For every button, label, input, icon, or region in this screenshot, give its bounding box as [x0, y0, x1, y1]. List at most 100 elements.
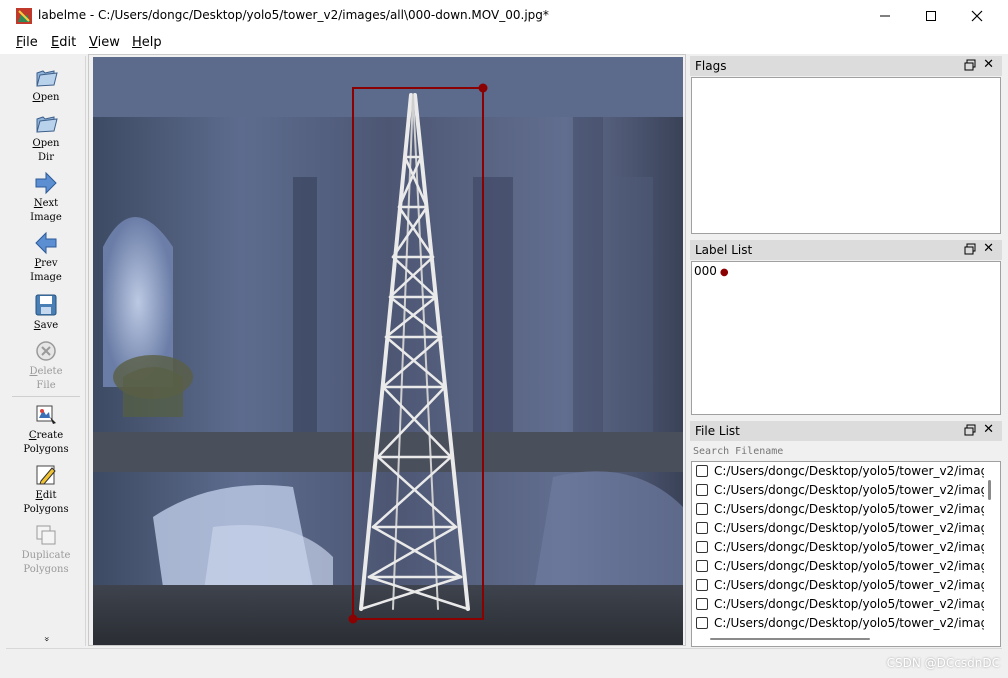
annotation-vertex-handle[interactable] [478, 83, 488, 93]
file-list-item[interactable]: C:/Users/dongc/Desktop/yolo5/tower_v2/im… [696, 502, 984, 521]
file-path: C:/Users/dongc/Desktop/yolo5/tower_v2/im… [714, 540, 984, 554]
create-polygons-label: Create Polygons [23, 430, 69, 455]
prev-image-button[interactable]: Prev Image [6, 230, 86, 285]
label-list-dock-header: Label List ✕ [690, 240, 1002, 260]
next-image-label: Next Image [30, 198, 62, 223]
watermark-text: CSDN @DCcsdnDC [886, 656, 1000, 670]
float-icon[interactable] [964, 424, 976, 436]
status-bar [6, 648, 1002, 670]
file-list-item[interactable]: C:/Users/dongc/Desktop/yolo5/tower_v2/im… [696, 464, 984, 483]
file-list-item[interactable]: C:/Users/dongc/Desktop/yolo5/tower_v2/im… [696, 559, 984, 578]
file-list-dock-title: File List [695, 424, 740, 438]
label-color-dot-icon: ● [719, 267, 729, 278]
file-path: C:/Users/dongc/Desktop/yolo5/tower_v2/im… [714, 597, 984, 611]
duplicate-polygons-label: Duplicate Polygons [21, 550, 71, 575]
file-list-item[interactable]: C:/Users/dongc/Desktop/yolo5/tower_v2/im… [696, 521, 984, 540]
label-list-item[interactable]: 000 ● [694, 264, 729, 278]
float-icon[interactable] [964, 243, 976, 255]
file-list-item[interactable]: C:/Users/dongc/Desktop/yolo5/tower_v2/im… [696, 578, 984, 597]
delete-file-button[interactable]: Delete File [6, 338, 86, 393]
menu-view[interactable]: View [89, 35, 120, 50]
file-path: C:/Users/dongc/Desktop/yolo5/tower_v2/im… [714, 578, 984, 592]
labelme-app-icon [16, 8, 32, 24]
menu-help[interactable]: Help [132, 35, 162, 50]
checkbox[interactable] [696, 522, 708, 534]
image-canvas[interactable] [88, 54, 686, 646]
chevron-down-icon: » [40, 636, 51, 642]
toolbar: Open Open Dir Next Image Prev Image Save… [6, 56, 86, 646]
label-text: 000 [694, 264, 717, 278]
folder-open-icon [36, 116, 58, 133]
label-list[interactable]: 000 ● [691, 261, 1001, 415]
flags-list[interactable] [691, 77, 1001, 234]
file-list-dock-header: File List ✕ [690, 421, 1002, 441]
annotated-photo[interactable] [93, 57, 683, 645]
menu-bar: File Edit View Help [0, 32, 1008, 54]
file-list-item[interactable]: C:/Users/dongc/Desktop/yolo5/tower_v2/im… [696, 616, 984, 635]
delete-circle-icon [36, 341, 56, 361]
file-path: C:/Users/dongc/Desktop/yolo5/tower_v2/im… [714, 616, 984, 630]
horizontal-scrollbar[interactable] [710, 638, 870, 640]
minimize-button[interactable] [862, 0, 908, 32]
search-filename-input[interactable] [691, 442, 1001, 460]
open-label: Open [32, 92, 60, 103]
minimize-icon [880, 15, 890, 17]
checkbox[interactable] [696, 560, 708, 572]
flags-dock-title: Flags [695, 59, 727, 73]
menu-edit[interactable]: Edit [51, 35, 76, 50]
prev-image-label: Prev Image [30, 258, 62, 283]
open-button[interactable]: Open [6, 64, 86, 105]
flags-dock-header: Flags ✕ [690, 56, 1002, 76]
floppy-disk-icon [35, 294, 57, 316]
toolbar-separator [12, 396, 80, 397]
folder-open-icon [36, 70, 58, 87]
label-list-dock-title: Label List [695, 243, 753, 257]
edit-pencil-icon [36, 465, 56, 485]
close-icon[interactable]: ✕ [983, 57, 994, 72]
checkbox[interactable] [696, 465, 708, 477]
save-button[interactable]: Save [6, 292, 86, 333]
close-icon[interactable]: ✕ [983, 241, 994, 256]
create-polygons-button[interactable]: Create Polygons [6, 402, 86, 457]
close-icon [971, 10, 983, 22]
duplicate-polygons-button[interactable]: Duplicate Polygons [6, 522, 86, 577]
file-path: C:/Users/dongc/Desktop/yolo5/tower_v2/im… [714, 559, 984, 573]
close-icon[interactable]: ✕ [983, 422, 994, 437]
file-path: C:/Users/dongc/Desktop/yolo5/tower_v2/im… [714, 483, 984, 497]
checkbox[interactable] [696, 598, 708, 610]
checkbox[interactable] [696, 579, 708, 591]
close-window-button[interactable] [954, 0, 1000, 32]
menu-file[interactable]: File [16, 35, 38, 50]
file-list[interactable]: C:/Users/dongc/Desktop/yolo5/tower_v2/im… [691, 461, 1001, 647]
vertical-scrollbar[interactable] [988, 480, 991, 500]
label-list-dock: Label List ✕ 000 ● [690, 240, 1002, 418]
annotation-vertex-handle[interactable] [348, 614, 358, 624]
toolbar-more-button[interactable]: » [6, 634, 86, 644]
maximize-button[interactable] [908, 0, 954, 32]
duplicate-icon [36, 525, 56, 545]
checkbox[interactable] [696, 503, 708, 515]
title-bar: labelme - C:/Users/dongc/Desktop/yolo5/t… [0, 0, 1008, 32]
float-icon[interactable] [964, 59, 976, 71]
file-list-item[interactable]: C:/Users/dongc/Desktop/yolo5/tower_v2/im… [696, 597, 984, 616]
edit-polygons-button[interactable]: Edit Polygons [6, 462, 86, 517]
arrow-right-icon [35, 171, 57, 195]
file-list-item[interactable]: C:/Users/dongc/Desktop/yolo5/tower_v2/im… [696, 483, 984, 502]
create-polygon-icon [36, 405, 56, 424]
file-path: C:/Users/dongc/Desktop/yolo5/tower_v2/im… [714, 464, 984, 478]
edit-polygons-label: Edit Polygons [23, 490, 69, 515]
checkbox[interactable] [696, 617, 708, 629]
window-title: labelme - C:/Users/dongc/Desktop/yolo5/t… [38, 8, 549, 22]
checkbox[interactable] [696, 484, 708, 496]
file-list-item[interactable]: C:/Users/dongc/Desktop/yolo5/tower_v2/im… [696, 540, 984, 559]
flags-dock: Flags ✕ [690, 56, 1002, 236]
open-dir-label: Open Dir [32, 138, 60, 163]
next-image-button[interactable]: Next Image [6, 170, 86, 225]
arrow-left-icon [35, 231, 57, 255]
checkbox[interactable] [696, 541, 708, 553]
delete-file-label: Delete File [29, 366, 63, 391]
file-path: C:/Users/dongc/Desktop/yolo5/tower_v2/im… [714, 502, 984, 516]
maximize-icon [926, 11, 936, 21]
file-list-dock: File List ✕ C:/Users/dongc/Desktop/yolo5… [690, 421, 1002, 647]
open-dir-button[interactable]: Open Dir [6, 110, 86, 165]
